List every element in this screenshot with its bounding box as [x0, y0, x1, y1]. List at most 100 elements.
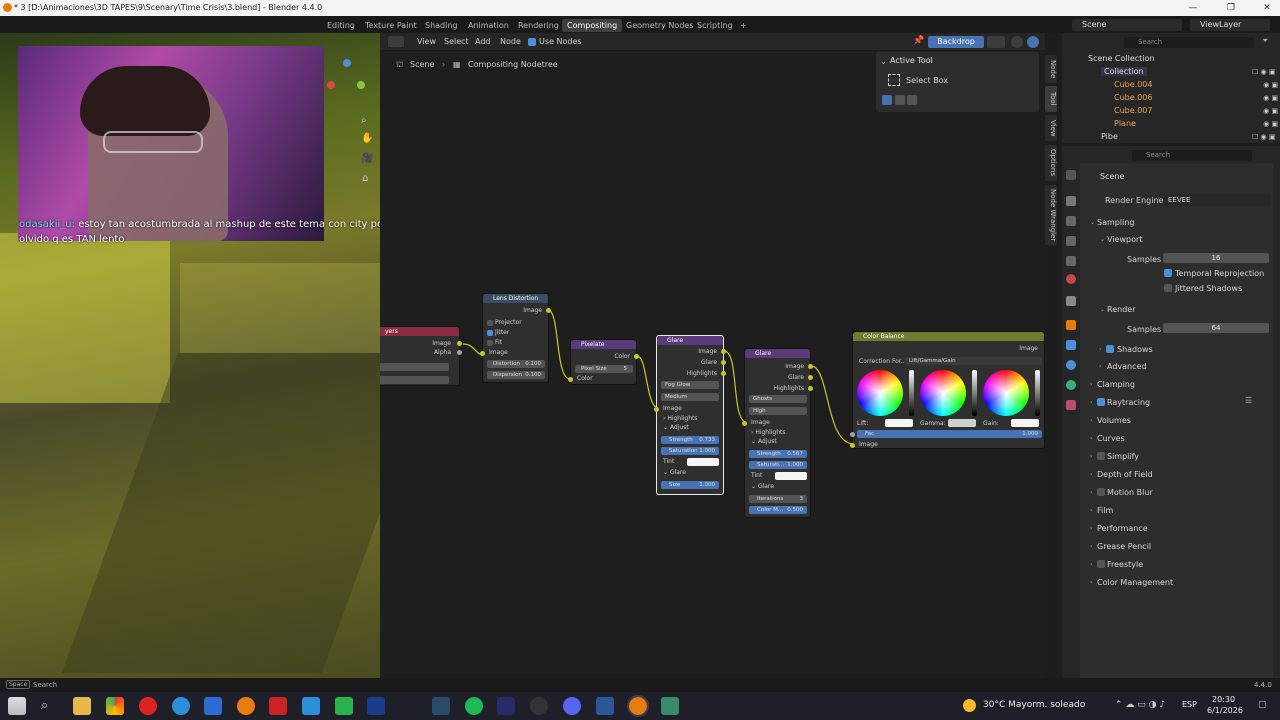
gizmo-toggle[interactable] [1011, 36, 1023, 48]
search-icon[interactable]: ⌕ [41, 698, 48, 713]
glare1-tint-swatch[interactable] [687, 458, 719, 466]
glare2-adjust-panel[interactable]: ⌄ Adjust [751, 438, 777, 445]
voicemod-icon[interactable] [269, 697, 287, 715]
menu-add[interactable]: Add [475, 37, 491, 46]
add-workspace-button[interactable]: + [735, 19, 752, 32]
pixelate-node[interactable]: Pixelate Color Pixel Size 5 Color [568, 339, 639, 385]
render-props-icon[interactable] [1066, 196, 1076, 206]
render-subsection[interactable]: Render [1107, 305, 1135, 314]
world-props-icon[interactable] [1066, 274, 1076, 284]
pin-icon[interactable]: 📌 [913, 36, 924, 46]
volumes-section[interactable]: Volumes [1097, 416, 1131, 425]
shadows-checkbox[interactable] [1106, 345, 1114, 353]
close-icon[interactable]: ✕ [1254, 0, 1280, 16]
colorbalance-header[interactable]: Color Balance [853, 332, 1044, 341]
curves-section[interactable]: Curves [1097, 434, 1125, 443]
socket[interactable] [634, 354, 639, 359]
outliner-row[interactable]: Collection [1101, 67, 1147, 76]
list-icon[interactable]: ☰ [1245, 396, 1252, 405]
modifier-props-icon[interactable] [1066, 340, 1076, 350]
socket[interactable] [546, 308, 551, 313]
language-indicator[interactable]: ESP [1182, 700, 1197, 709]
projector-checkbox[interactable] [487, 320, 493, 326]
viewport-3d[interactable]: odasakii_u: estoy tan acostumbrada al ma… [0, 33, 380, 678]
use-nodes-checkbox[interactable] [528, 38, 536, 46]
distortion-field[interactable]: Distortion 0.100 [487, 360, 545, 368]
glare-ghosts-node[interactable]: Glare Image Glare Highlights Ghosts High… [742, 348, 813, 518]
tab-shading[interactable]: Shading [420, 19, 463, 32]
glare1-highlights-panel[interactable]: › Highlights [663, 415, 698, 422]
simplify-checkbox[interactable] [1097, 452, 1105, 460]
menu-view[interactable]: View [417, 37, 436, 46]
collection-props-icon[interactable] [1066, 296, 1076, 306]
editor-type-icon[interactable] [388, 36, 404, 47]
pixel-size-field[interactable]: Pixel Size 5 [575, 365, 633, 373]
app-icon[interactable] [204, 697, 222, 715]
dispersion-field[interactable]: Dispersion 0.100 [487, 371, 545, 379]
tab-node-wrangler[interactable]: Node Wrangler [1045, 185, 1057, 245]
render-layers-header[interactable]: yers [380, 327, 459, 336]
glare2-saturation-field[interactable]: Saturati... 1.000 [749, 461, 807, 469]
blender-active-icon[interactable] [627, 695, 649, 717]
props-search-field[interactable]: Search [1132, 150, 1252, 161]
glare2-tint-swatch[interactable] [775, 472, 807, 480]
gain-wheel[interactable] [983, 370, 1029, 416]
freestyle-section[interactable]: Freestyle [1107, 560, 1143, 569]
after-effects-icon[interactable] [497, 697, 515, 715]
navigation-gizmo[interactable] [327, 59, 367, 99]
file-explorer-icon[interactable] [73, 697, 91, 715]
correction-mode-dropdown[interactable]: Lift/Gamma/Gain [905, 357, 1042, 365]
glare2-highlights-panel[interactable]: › Highlights [751, 429, 786, 436]
film-section[interactable]: Film [1097, 506, 1113, 515]
windows-start-icon[interactable] [8, 697, 26, 715]
vegas-icon[interactable] [367, 697, 385, 715]
discord-icon[interactable] [563, 697, 581, 715]
color-management-section[interactable]: Color Management [1097, 578, 1173, 587]
filter-icon[interactable]: ⏷ [1262, 36, 1268, 46]
tab-compositing[interactable]: Compositing [562, 19, 623, 32]
glare2-iterations-field[interactable]: Iterations 3 [749, 495, 807, 503]
raytracing-checkbox[interactable] [1097, 398, 1105, 406]
fit-checkbox[interactable] [487, 340, 493, 346]
outliner-row[interactable]: Plane [1114, 119, 1136, 128]
jittered-shadows-checkbox[interactable] [1164, 284, 1172, 292]
backdrop-button[interactable]: Backdrop [928, 36, 984, 48]
glare2-header[interactable]: Glare [745, 349, 810, 358]
outliner-row[interactable]: Pibe [1101, 132, 1118, 141]
fac-field[interactable]: Fac 1.000 [857, 430, 1042, 438]
gain-slider[interactable] [1035, 370, 1040, 416]
clamping-section[interactable]: Clamping [1097, 380, 1135, 389]
render-layers-node[interactable]: yers Image Alpha [380, 326, 462, 386]
glare1-quality-dropdown[interactable]: Medium [661, 393, 719, 401]
tab-rendering[interactable]: Rendering [513, 19, 564, 32]
tab-animation[interactable]: Animation [463, 19, 514, 32]
node-canvas[interactable]: ⛫ Scene › ▦ Compositing Nodetree ⌄ Activ… [380, 51, 1045, 678]
pixelate-header[interactable]: Pixelate [571, 340, 636, 349]
lens-distortion-node[interactable]: Lens Distortion Image Projector Jitter F… [480, 293, 551, 383]
lock-icon[interactable]: ⌂ [362, 173, 368, 184]
socket[interactable] [480, 351, 485, 356]
glare2-strength-field[interactable]: Strength 0.567 [749, 450, 807, 458]
obs-icon[interactable] [530, 697, 548, 715]
spotify-icon[interactable] [465, 697, 483, 715]
viewport-samples-field[interactable]: 16 [1163, 253, 1269, 263]
socket[interactable] [721, 360, 726, 365]
outliner-row[interactable]: Cube.004 [1114, 80, 1152, 89]
viewlayer-selector[interactable]: ViewLayer [1190, 19, 1270, 31]
outliner-search-field[interactable]: Search [1124, 37, 1254, 48]
socket[interactable] [742, 421, 747, 426]
outliner-row[interactable]: Cube.007 [1114, 106, 1152, 115]
dof-section[interactable]: Depth of Field [1097, 470, 1153, 479]
weather-text[interactable]: 30°C Mayorm. soleado [983, 700, 1085, 710]
blender-taskbar-icon[interactable] [237, 697, 255, 715]
outliner-row[interactable]: Scene Collection [1088, 54, 1155, 63]
gamma-slider[interactable] [972, 370, 977, 416]
gamma-swatch[interactable] [948, 419, 976, 427]
gamma-wheel[interactable] [920, 370, 966, 416]
glare1-saturation-field[interactable]: Saturation 1.000 [661, 447, 719, 455]
simplify-section[interactable]: Simplify [1107, 452, 1139, 461]
freestyle-checkbox[interactable] [1097, 560, 1105, 568]
glare1-header[interactable]: Glare [657, 336, 723, 345]
view-layer-icon[interactable] [1066, 236, 1076, 246]
lift-wheel[interactable] [857, 370, 903, 416]
